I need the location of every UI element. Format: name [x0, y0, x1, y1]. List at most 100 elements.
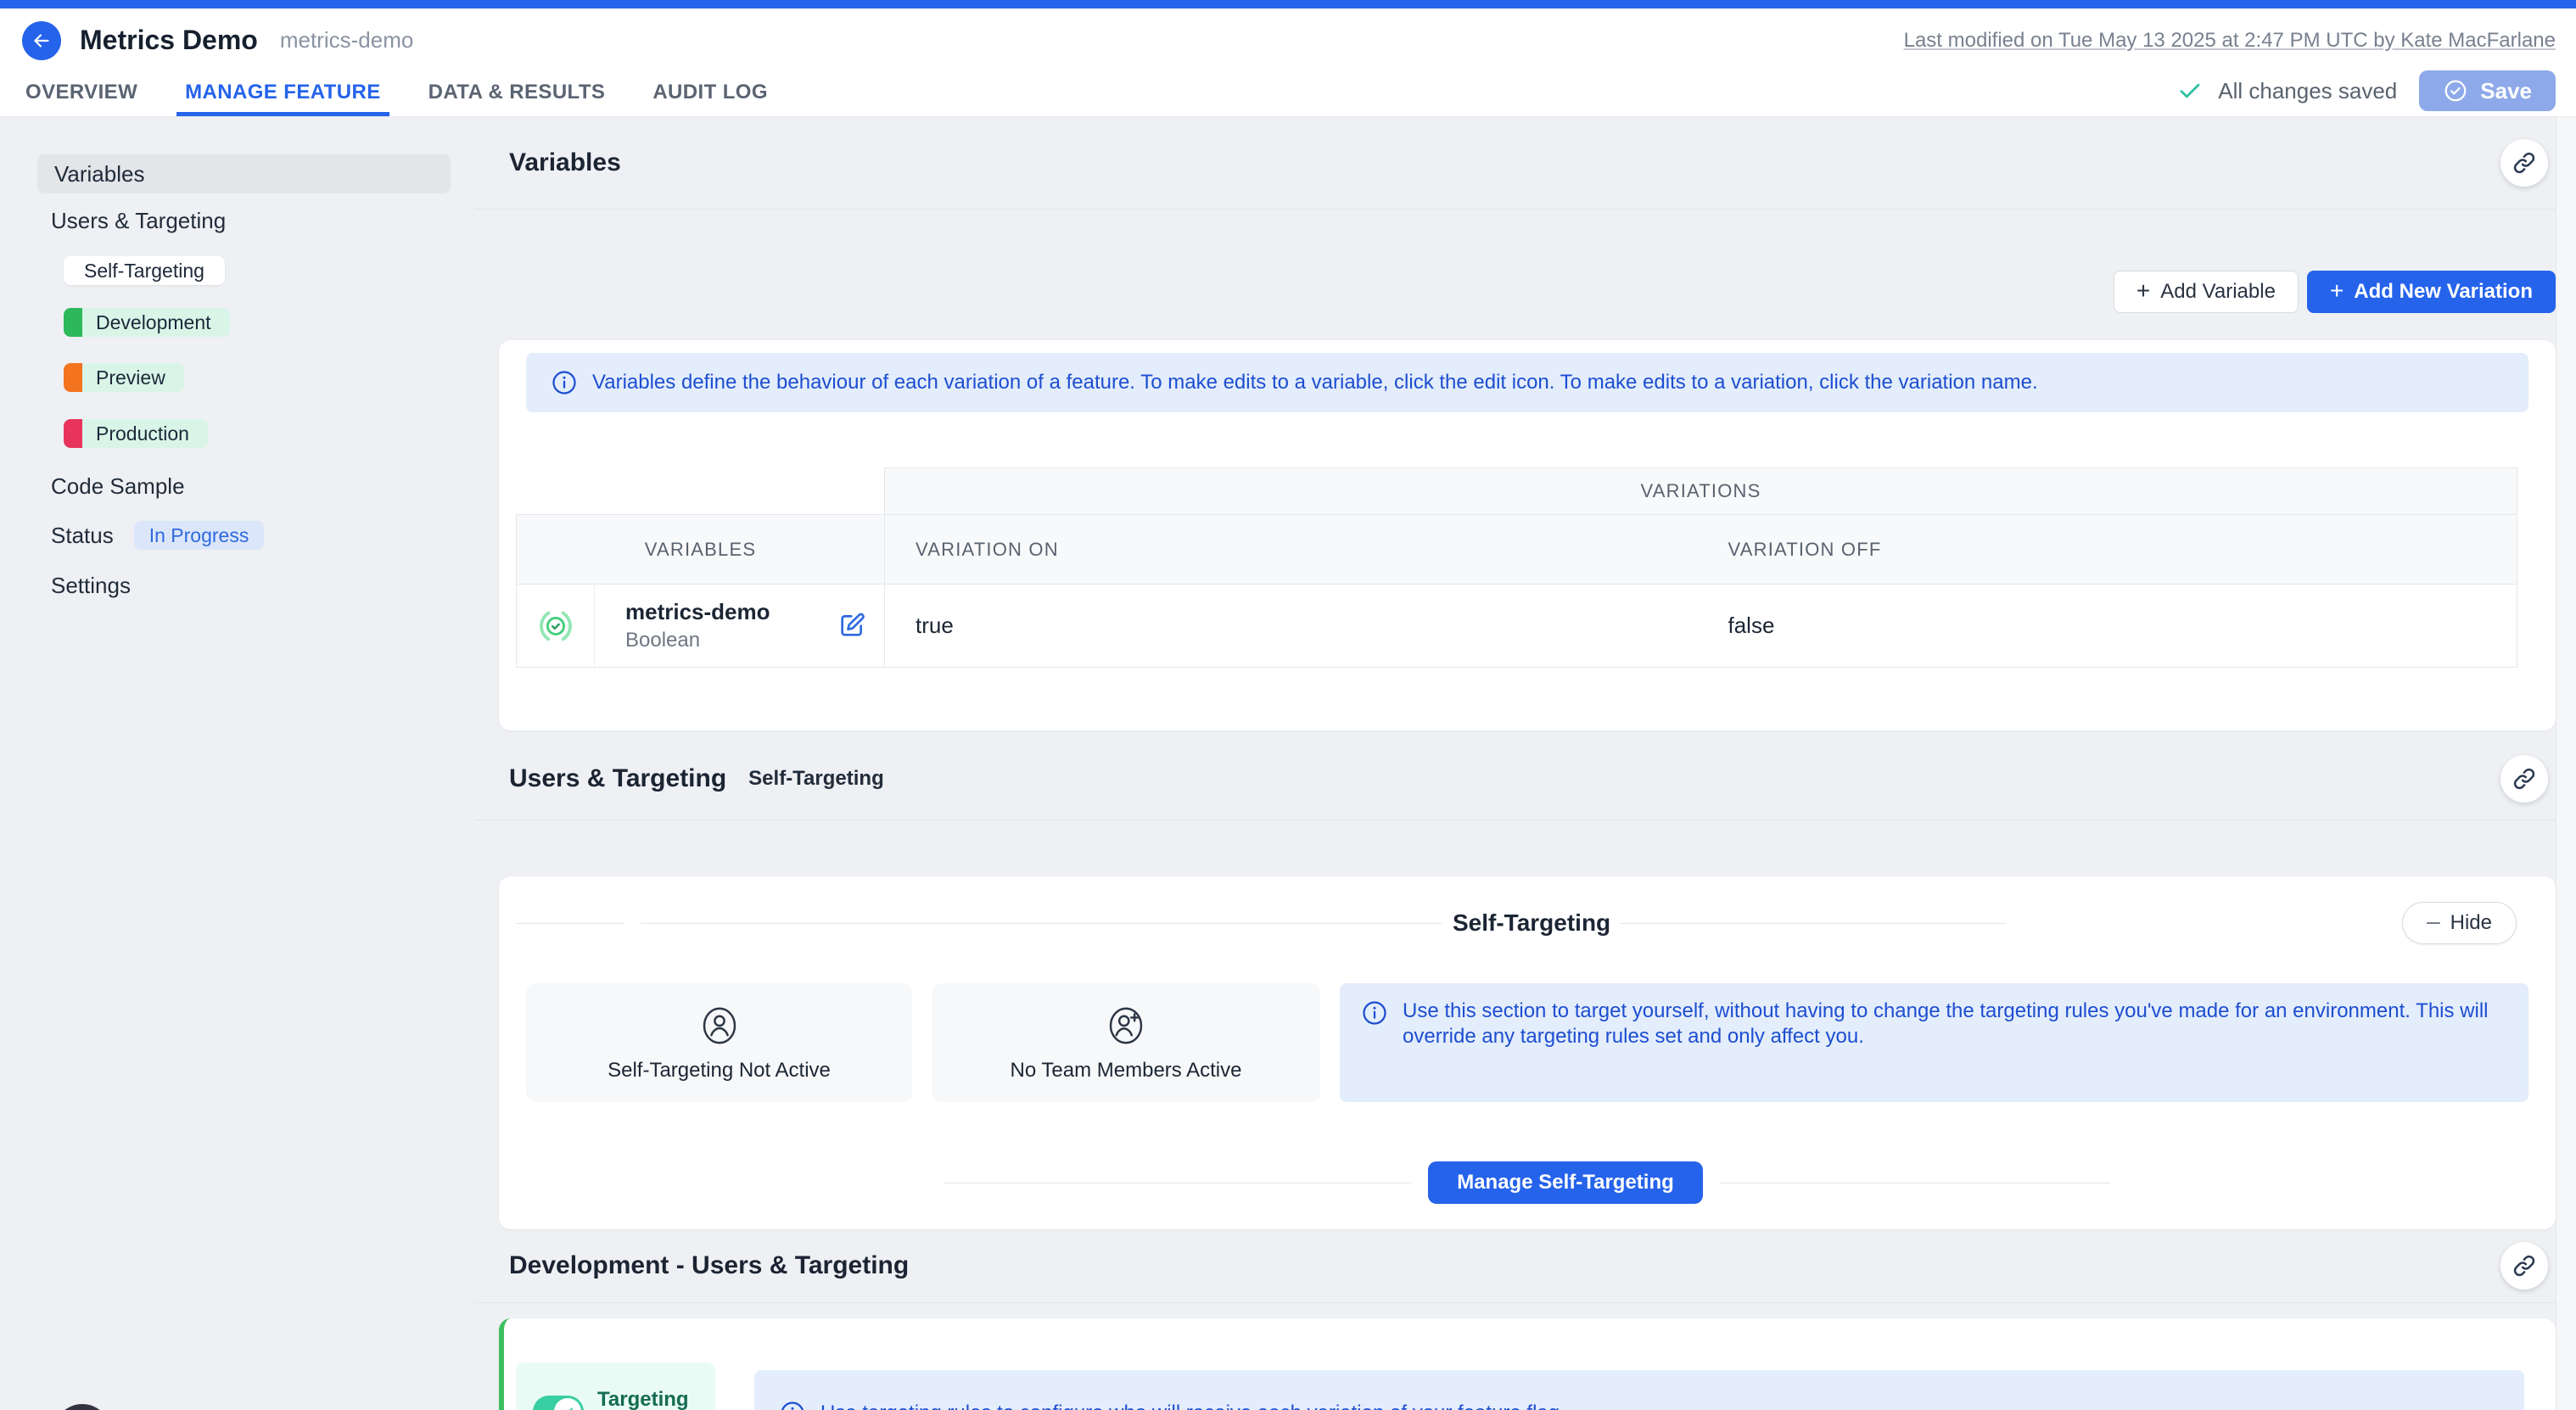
main-content: Variables + Add Variable + Add New Varia…	[475, 117, 2556, 1410]
back-button[interactable]	[22, 21, 61, 60]
variables-card: Variables define the behaviour of each v…	[499, 340, 2556, 730]
targeting-status-label: Targeting ON	[597, 1388, 698, 1410]
saved-check-icon	[2177, 78, 2203, 104]
variables-info-banner: Variables define the behaviour of each v…	[526, 353, 2528, 412]
env-label: Production	[96, 422, 189, 445]
scrollbar-track[interactable]	[2556, 117, 2576, 1410]
self-targeting-card: Self-Targeting – Hide Self-Targeting Not…	[499, 876, 2556, 1229]
edit-variable-button[interactable]	[837, 611, 867, 641]
sidebar: Variables Users & Targeting Self-Targeti…	[0, 117, 475, 1410]
self-targeting-status-row: Self-Targeting Not Active No Team Member…	[499, 983, 2556, 1102]
users-targeting-heading: Users & Targeting	[509, 764, 726, 793]
link-icon	[2512, 150, 2537, 176]
add-new-variation-button[interactable]: + Add New Variation	[2307, 271, 2556, 313]
app-body: Variables Users & Targeting Self-Targeti…	[0, 117, 2576, 1410]
variables-section-header: Variables	[475, 117, 2556, 210]
variation-on-value: true	[885, 585, 1698, 668]
self-targeting-panel-title: Self-Targeting	[1453, 909, 1610, 937]
hide-button-label: Hide	[2450, 911, 2492, 935]
development-info-banner: Use targeting rules to configure who wil…	[754, 1370, 2524, 1410]
info-icon	[780, 1401, 805, 1410]
link-icon	[2512, 1253, 2537, 1279]
boolean-variable-icon	[536, 607, 575, 646]
self-targeting-status-label: Self-Targeting Not Active	[608, 1059, 831, 1083]
sidebar-status-row: Status In Progress	[37, 521, 451, 550]
feature-key: metrics-demo	[280, 27, 413, 53]
self-targeting-section-body: Self-Targeting – Hide Self-Targeting Not…	[475, 876, 2556, 1229]
variables-table: VARIATIONS VARIABLES VARIATION ON VARIAT…	[516, 467, 2517, 668]
development-section-body: Targeting ON Use targeting rules to conf…	[475, 1318, 2556, 1410]
column-header-variation-off: VARIATION OFF	[1698, 515, 2517, 585]
save-status-text: All changes saved	[2218, 78, 2397, 104]
top-accent-bar	[0, 0, 2576, 8]
variables-info-text: Variables define the behaviour of each v…	[592, 370, 2038, 395]
development-targeting-card: Targeting ON Use targeting rules to conf…	[499, 1318, 2556, 1410]
variations-group-header: VARIATIONS	[885, 468, 2517, 515]
save-button-label: Save	[2480, 78, 2532, 104]
manage-self-targeting-row: Manage Self-Targeting	[499, 1161, 2556, 1204]
link-icon	[2512, 766, 2537, 792]
plus-icon: +	[2136, 279, 2150, 303]
person-icon	[697, 1003, 742, 1049]
save-area: All changes saved Save	[2177, 70, 2556, 111]
targeting-toggle[interactable]	[533, 1396, 584, 1410]
divider-line	[1621, 923, 2007, 924]
sidebar-item-code-sample[interactable]: Code Sample	[37, 474, 451, 498]
variables-link-button[interactable]	[2500, 139, 2548, 187]
sidebar-item-settings[interactable]: Settings	[37, 574, 451, 597]
add-new-variation-label: Add New Variation	[2354, 280, 2533, 304]
sidebar-status-label[interactable]: Status	[37, 523, 114, 547]
toggle-knob	[554, 1398, 581, 1410]
divider-line	[516, 923, 624, 924]
column-header-variables: VARIABLES	[517, 515, 885, 585]
last-modified-text[interactable]: Last modified on Tue May 13 2025 at 2:47…	[1904, 29, 2556, 53]
variable-type-cell	[517, 585, 595, 668]
sidebar-item-self-targeting[interactable]: Self-Targeting	[64, 256, 225, 285]
check-icon	[560, 1404, 575, 1410]
plus-icon: +	[2330, 279, 2344, 303]
variable-name-cell: metrics-demo Boolean	[595, 585, 885, 668]
save-check-icon	[2443, 78, 2468, 104]
variation-off-value: false	[1698, 585, 2517, 668]
env-label: Preview	[96, 366, 165, 389]
variables-actions: + Add Variable + Add New Variation	[499, 271, 2556, 313]
team-members-status-box: No Team Members Active	[932, 983, 1320, 1102]
hide-button[interactable]: – Hide	[2402, 902, 2517, 944]
info-icon	[552, 370, 577, 395]
header-row: Metrics Demo metrics-demo Last modified …	[0, 8, 2576, 72]
minus-icon: –	[2427, 908, 2440, 935]
variable-name[interactable]: metrics-demo	[625, 599, 770, 625]
tab-data-results[interactable]: DATA & RESULTS	[420, 72, 614, 116]
sidebar-item-variables[interactable]: Variables	[37, 154, 451, 193]
development-section-header: Development - Users & Targeting	[475, 1229, 2556, 1303]
status-badge[interactable]: In Progress	[134, 521, 265, 550]
tab-audit-log[interactable]: AUDIT LOG	[644, 72, 776, 116]
env-color-bar-preview	[64, 363, 82, 392]
self-targeting-title-row: Self-Targeting – Hide	[499, 876, 2556, 944]
tabs: OVERVIEW MANAGE FEATURE DATA & RESULTS A…	[17, 72, 807, 116]
sidebar-item-env-development[interactable]: Development	[64, 308, 230, 337]
sidebar-item-env-production[interactable]: Production	[64, 419, 208, 448]
edit-icon	[837, 611, 866, 640]
add-variable-button[interactable]: + Add Variable	[2114, 271, 2299, 313]
targeting-status-box: Targeting ON	[516, 1362, 715, 1410]
sidebar-item-users-targeting[interactable]: Users & Targeting	[37, 209, 451, 232]
variables-section-body: + Add Variable + Add New Variation Varia…	[475, 271, 2556, 730]
variables-heading: Variables	[509, 148, 621, 177]
users-targeting-link-button[interactable]	[2500, 755, 2548, 803]
users-targeting-section-header: Users & Targeting Self-Targeting	[475, 737, 2556, 820]
save-button[interactable]: Save	[2419, 70, 2556, 111]
tab-overview[interactable]: OVERVIEW	[17, 72, 146, 116]
app-header: Metrics Demo metrics-demo Last modified …	[0, 8, 2576, 117]
development-info-text: Use targeting rules to configure who wil…	[820, 1401, 1565, 1410]
divider-line	[641, 923, 1442, 924]
development-heading: Development - Users & Targeting	[509, 1251, 909, 1280]
development-link-button[interactable]	[2500, 1242, 2548, 1290]
sidebar-item-env-preview[interactable]: Preview	[64, 363, 184, 392]
tab-manage-feature[interactable]: MANAGE FEATURE	[176, 72, 389, 116]
env-color-bar-development	[64, 308, 82, 337]
self-targeting-info-banner: Use this section to target yourself, wit…	[1340, 983, 2528, 1102]
person-add-icon	[1103, 1003, 1149, 1049]
self-targeting-info-text: Use this section to target yourself, wit…	[1403, 999, 2506, 1049]
manage-self-targeting-button[interactable]: Manage Self-Targeting	[1428, 1161, 1703, 1204]
